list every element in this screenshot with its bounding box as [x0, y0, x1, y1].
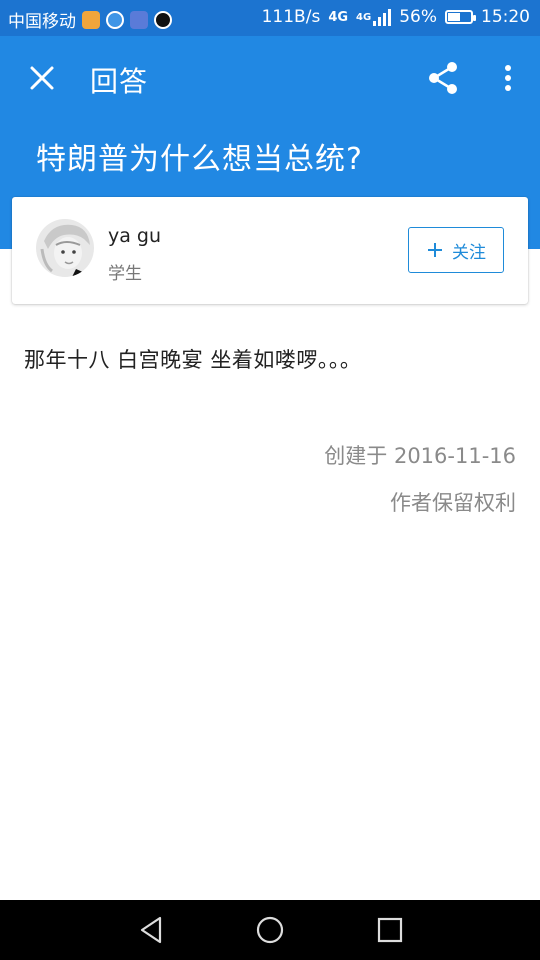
avatar[interactable] [36, 219, 94, 277]
battery-icon [445, 10, 476, 24]
question-title[interactable]: 特朗普为什么想当总统? [36, 134, 363, 178]
network-type-2: 4G [356, 11, 372, 23]
battery-percent: 56% [399, 7, 437, 27]
author-card: ya gu 学生 关注 [12, 197, 528, 304]
status-bar: 中国移动 111B/s 4G 4G 56% 15:20 [0, 0, 540, 36]
more-vert-icon [505, 65, 511, 91]
author-name[interactable]: ya gu [108, 225, 161, 247]
share-button[interactable] [424, 58, 464, 98]
close-button[interactable] [22, 58, 62, 98]
more-options-button[interactable] [494, 58, 522, 98]
app-icon-1 [82, 10, 100, 29]
share-icon [429, 62, 457, 94]
home-circle-icon [256, 916, 284, 944]
network-type-1: 4G [328, 9, 349, 25]
net-speed: 111B/s [261, 7, 321, 27]
plus-icon [428, 243, 442, 257]
follow-label: 关注 [452, 242, 486, 263]
copyright-notice: 作者保留权利 [390, 491, 516, 515]
clock: 15:20 [481, 7, 530, 27]
author-title: 学生 [108, 264, 142, 284]
recent-apps-icon [377, 917, 403, 943]
nav-back-button[interactable] [134, 912, 170, 948]
qq-icon [154, 10, 172, 29]
avatar-image [36, 219, 94, 277]
back-triangle-icon [140, 916, 162, 944]
close-icon [30, 66, 54, 90]
answer-text: 那年十八 白宫晚宴 坐着如喽啰。。。 [24, 348, 362, 372]
app-icon-2 [106, 10, 124, 29]
nav-home-button[interactable] [252, 912, 288, 948]
created-date: 创建于 2016-11-16 [324, 444, 516, 468]
follow-button[interactable]: 关注 [408, 227, 504, 273]
status-bar-right: 111B/s 4G 4G 56% 15:20 [262, 7, 530, 27]
carrier-label: 中国移动 [8, 12, 76, 32]
system-nav-bar [0, 900, 540, 960]
nav-recent-apps-button[interactable] [372, 912, 408, 948]
app-icon-3 [130, 10, 148, 29]
signal-icon [373, 8, 392, 26]
page-title: 回答 [90, 65, 149, 98]
status-bar-left: 中国移动 [8, 7, 172, 32]
